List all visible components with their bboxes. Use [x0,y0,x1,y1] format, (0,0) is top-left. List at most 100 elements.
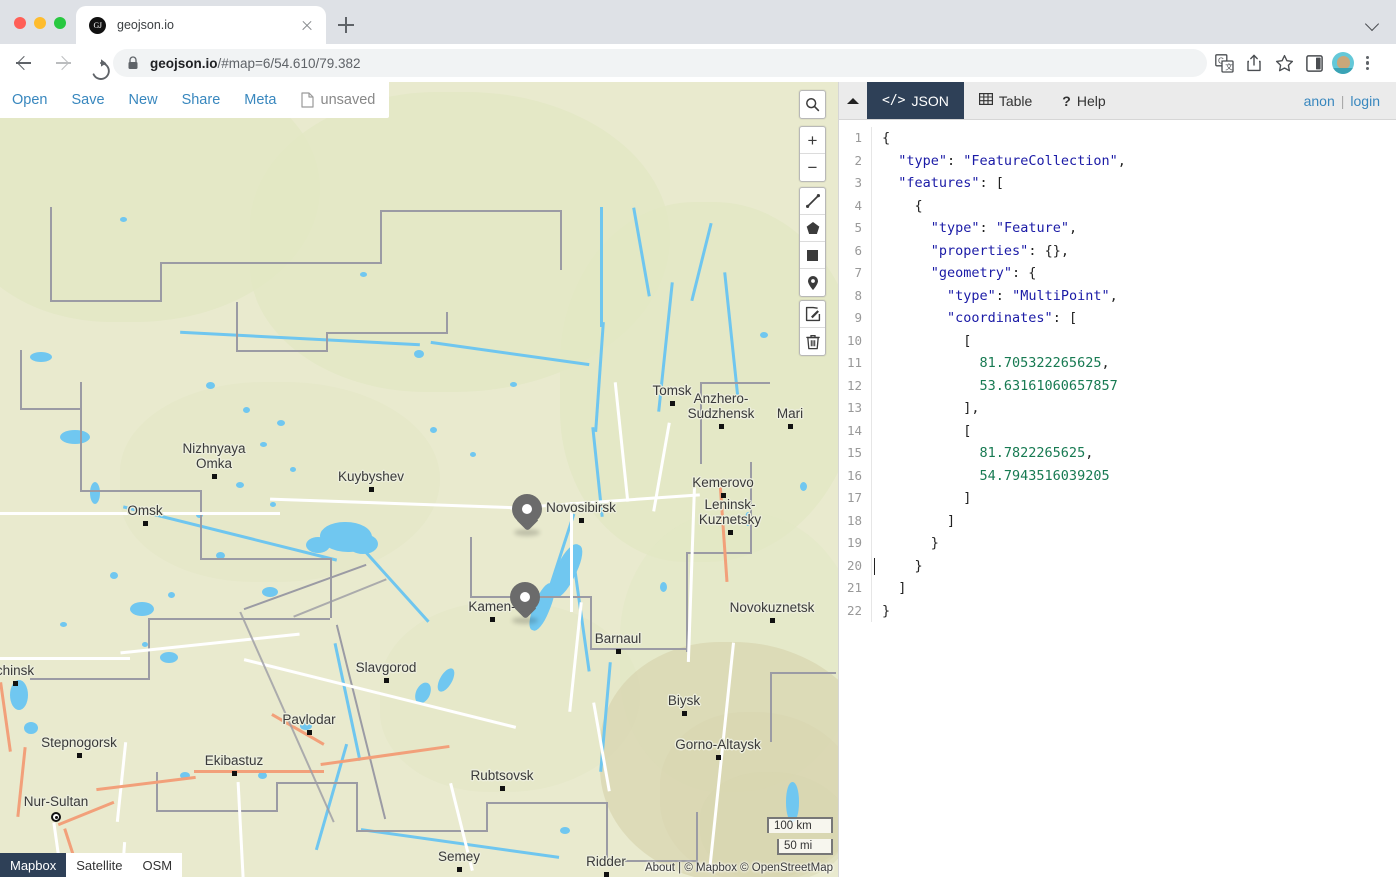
edit-icon[interactable] [800,301,825,328]
map-feature-pin[interactable] [512,494,542,536]
new-tab-icon[interactable] [335,14,357,36]
current-user-label[interactable]: anon [1304,93,1335,109]
map-attribution[interactable]: About | © Mapbox © OpenStreetMap [645,862,833,874]
code-text: } [872,532,939,555]
code-line: 21 ] [839,577,1396,600]
browser-toolbar: geojson.io/#map=6/54.610/79.382 G 文 [0,44,1396,82]
city-dot-icon [615,649,621,654]
map-feature-pin[interactable] [510,582,540,624]
code-text: 54.7943516039205 [872,465,1110,488]
code-token: 54.7943516039205 [882,467,1110,484]
url-path: /#map=6/54.610/79.382 [217,55,361,71]
tab-table[interactable]: Table [964,82,1047,119]
line-number-gutter: 12 [839,374,872,397]
code-line: 16 54.7943516039205 [839,464,1396,488]
city-dot-icon [306,730,312,735]
code-icon: </> [882,93,906,108]
code-token: , [1117,152,1126,169]
code-line: 12 53.63161060657857 [839,374,1396,397]
marker-icon[interactable] [800,269,825,296]
forward-arrow-icon[interactable] [48,47,80,79]
city-name: Pavlodar [282,711,336,727]
code-line: 2 "type": "FeatureCollection", [839,149,1396,172]
code-text: "properties": {}, [872,240,1069,263]
share-icon[interactable] [1239,48,1269,78]
reload-icon[interactable] [85,55,110,80]
code-token: 81.705322265625 [882,355,1102,371]
save-button[interactable]: Save [71,92,104,108]
table-icon [978,92,993,109]
map-city-label: Semey [399,849,519,872]
basemap-osm[interactable]: OSM [132,853,183,877]
city-name: chinsk [0,662,35,678]
login-link[interactable]: login [1350,93,1380,109]
polygon-icon[interactable] [800,215,825,242]
avatar-icon[interactable] [1332,52,1354,74]
zoom-in-button[interactable]: + [800,127,825,154]
auth-area: anon | login [1304,82,1396,119]
code-text: { [872,127,890,150]
browser-tab[interactable]: GJ geojson.io [76,6,326,44]
line-number: 10 [839,329,872,352]
meta-button[interactable]: Meta [244,92,276,108]
translate-icon[interactable]: G 文 [1209,48,1239,78]
back-arrow-icon[interactable] [8,47,40,79]
address-bar[interactable]: geojson.io/#map=6/54.610/79.382 [113,49,1207,77]
code-line: 1{ [839,127,1396,150]
kebab-menu-icon[interactable] [1357,53,1377,73]
zoom-out-button[interactable]: − [800,154,825,181]
search-icon[interactable] [800,91,825,118]
code-line: 14 [ [839,419,1396,442]
code-token: "geometry" [882,265,1013,281]
city-name: Novokuznetsk [729,599,815,615]
maximize-window-button[interactable] [54,17,66,29]
json-code-editor[interactable]: 1{2 "type": "FeatureCollection", 3 "featu… [839,120,1396,877]
line-icon[interactable] [800,188,825,215]
file-name-label: unsaved [320,92,376,108]
tab-help[interactable]: ? Help [1047,82,1120,119]
map-viewport[interactable]: Tomsk Anzhero- Sudzhensk Mari Kemerovo Novosi… [0,82,838,877]
line-number: 21 [839,577,872,600]
map-city-label: Leninsk- Kuznetsky [670,497,790,535]
code-line: 9 "coordinates": [ [839,307,1396,330]
minimize-window-button[interactable] [34,17,46,29]
code-token: : [ [979,175,1004,191]
line-number-gutter: 21 [839,577,872,600]
line-number-gutter: 19 [839,532,872,555]
city-dot-icon [727,530,733,535]
code-text: 81.705322265625, [872,352,1110,375]
chevron-down-icon[interactable] [1366,17,1380,31]
close-window-button[interactable] [14,17,26,29]
open-button[interactable]: Open [12,92,47,108]
tab-bar-spacer [1121,82,1304,119]
line-number-gutter: 17 [839,487,872,510]
share-button[interactable]: Share [182,92,221,108]
svg-text:文: 文 [1225,61,1233,71]
document-icon [300,92,314,108]
line-number: 4 [839,194,872,217]
map-city-label: Rubtsovsk [442,768,562,791]
code-line: 19 } [839,532,1396,555]
file-status: unsaved [300,92,376,108]
code-line: 18 ] [839,509,1396,532]
code-text: "geometry": { [872,262,1037,285]
basemap-mapbox[interactable]: Mapbox [0,853,67,877]
map-city-label: Mari [730,406,838,429]
rectangle-icon[interactable] [800,242,825,269]
city-dot-icon [787,424,793,429]
basemap-satellite[interactable]: Satellite [66,853,133,877]
code-token: : [995,287,1013,304]
code-token: "FeatureCollection" [963,152,1118,169]
city-name: Omsk [127,502,163,518]
tab-json[interactable]: </> JSON [867,82,964,119]
trash-icon[interactable] [800,328,825,355]
line-number-gutter: 11 [839,352,872,375]
new-button[interactable]: New [129,92,158,108]
city-dot-icon [603,872,609,877]
code-token: ] [882,580,907,596]
line-number: 8 [839,284,872,307]
collapse-caret-icon[interactable] [839,82,867,119]
star-icon[interactable] [1269,48,1299,78]
close-icon[interactable] [298,16,316,34]
side-panel-icon[interactable] [1299,48,1329,78]
